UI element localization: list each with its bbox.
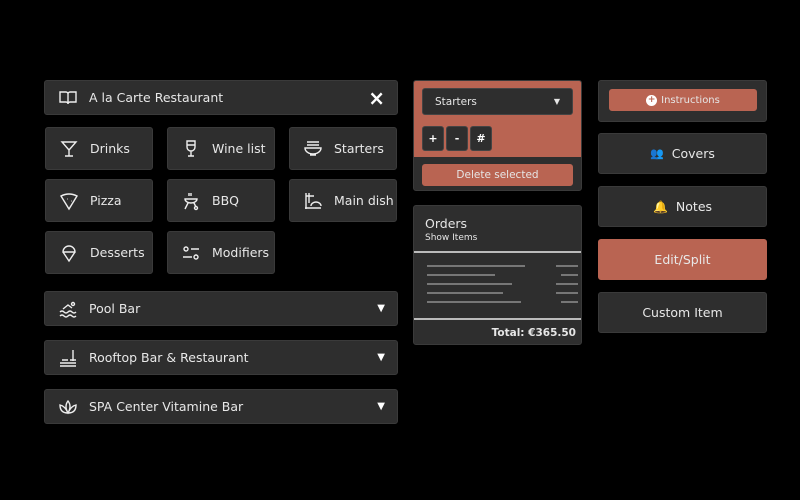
select-value: Starters xyxy=(435,95,477,108)
category-label: Modifiers xyxy=(212,245,270,260)
covers-button[interactable]: 👥 Covers xyxy=(598,133,767,174)
category-label: Desserts xyxy=(90,245,145,260)
venue-label: Rooftop Bar & Restaurant xyxy=(89,350,249,365)
category-pizza-button[interactable]: Pizza xyxy=(45,179,153,222)
plus-button[interactable]: + xyxy=(422,126,444,151)
chat-plus-icon: + xyxy=(646,94,658,106)
instructions-button[interactable]: + Instructions xyxy=(609,89,757,111)
chevron-down-icon: ▼ xyxy=(377,352,385,363)
category-bbq-button[interactable]: BBQ xyxy=(167,179,275,222)
pizza-icon xyxy=(58,190,80,212)
venue-accordion[interactable]: Rooftop Bar & Restaurant ▼ xyxy=(44,340,398,375)
menu-book-icon xyxy=(57,87,79,109)
notes-button[interactable]: 🔔 Notes xyxy=(598,186,767,227)
bell-icon: 🔔 xyxy=(652,199,668,214)
category-starters-button[interactable]: Starters xyxy=(289,127,397,170)
orders-panel: Orders Show Items Total: €365.50 xyxy=(413,205,582,345)
close-button[interactable]: × xyxy=(368,86,385,110)
lotus-icon xyxy=(57,396,79,418)
delete-selected-button[interactable]: Delete selected xyxy=(422,164,573,186)
covers-label: Covers xyxy=(671,146,715,161)
bbq-grill-icon xyxy=(180,190,202,212)
main-dish-icon xyxy=(302,190,324,212)
venue-label: SPA Center Vitamine Bar xyxy=(89,399,244,414)
category-label: BBQ xyxy=(212,193,239,208)
order-total: Total: €365.50 xyxy=(491,327,576,339)
category-label: Main dish xyxy=(334,193,394,208)
custom-item-button[interactable]: Custom Item xyxy=(598,292,767,333)
ice-cream-icon xyxy=(58,242,80,264)
venue-label: Pool Bar xyxy=(89,301,141,316)
category-label: Starters xyxy=(334,141,384,156)
notes-label: Notes xyxy=(675,199,713,214)
swimmer-icon xyxy=(57,298,79,320)
category-desserts-button[interactable]: Desserts xyxy=(45,231,153,274)
category-label: Drinks xyxy=(90,141,130,156)
rooftop-bar-icon xyxy=(57,347,79,369)
category-label: Wine list xyxy=(212,141,266,156)
instructions-label: Instructions xyxy=(661,94,720,106)
hash-button[interactable]: # xyxy=(470,126,492,151)
header-title: A la Carte Restaurant xyxy=(89,90,224,105)
sliders-icon xyxy=(180,242,202,264)
category-modifiers-button[interactable]: Modifiers xyxy=(167,231,275,274)
minus-button[interactable]: - xyxy=(446,126,468,151)
edit-split-label: Edit/Split xyxy=(654,252,711,267)
edit-split-button[interactable]: Edit/Split xyxy=(598,239,767,280)
chevron-down-icon: ▼ xyxy=(377,401,385,412)
restaurant-header: A la Carte Restaurant × xyxy=(44,80,398,115)
custom-item-label: Custom Item xyxy=(642,305,723,320)
category-label: Pizza xyxy=(90,193,122,208)
chevron-down-icon: ▼ xyxy=(553,97,560,106)
category-select[interactable]: Starters ▼ xyxy=(422,88,573,115)
users-icon: 👥 xyxy=(650,147,664,160)
category-drinks-button[interactable]: Drinks xyxy=(45,127,153,170)
chevron-down-icon: ▼ xyxy=(377,303,385,314)
venue-accordion[interactable]: SPA Center Vitamine Bar ▼ xyxy=(44,389,398,424)
orders-title: Orders xyxy=(425,216,468,231)
cocktail-icon xyxy=(58,138,80,160)
category-wine-list-button[interactable]: Wine list xyxy=(167,127,275,170)
category-main-dish-button[interactable]: Main dish xyxy=(289,179,397,222)
venue-accordion[interactable]: Pool Bar ▼ xyxy=(44,291,398,326)
bowl-icon xyxy=(302,138,324,160)
show-items-link[interactable]: Show Items xyxy=(425,233,477,243)
wine-glass-icon xyxy=(180,138,202,160)
